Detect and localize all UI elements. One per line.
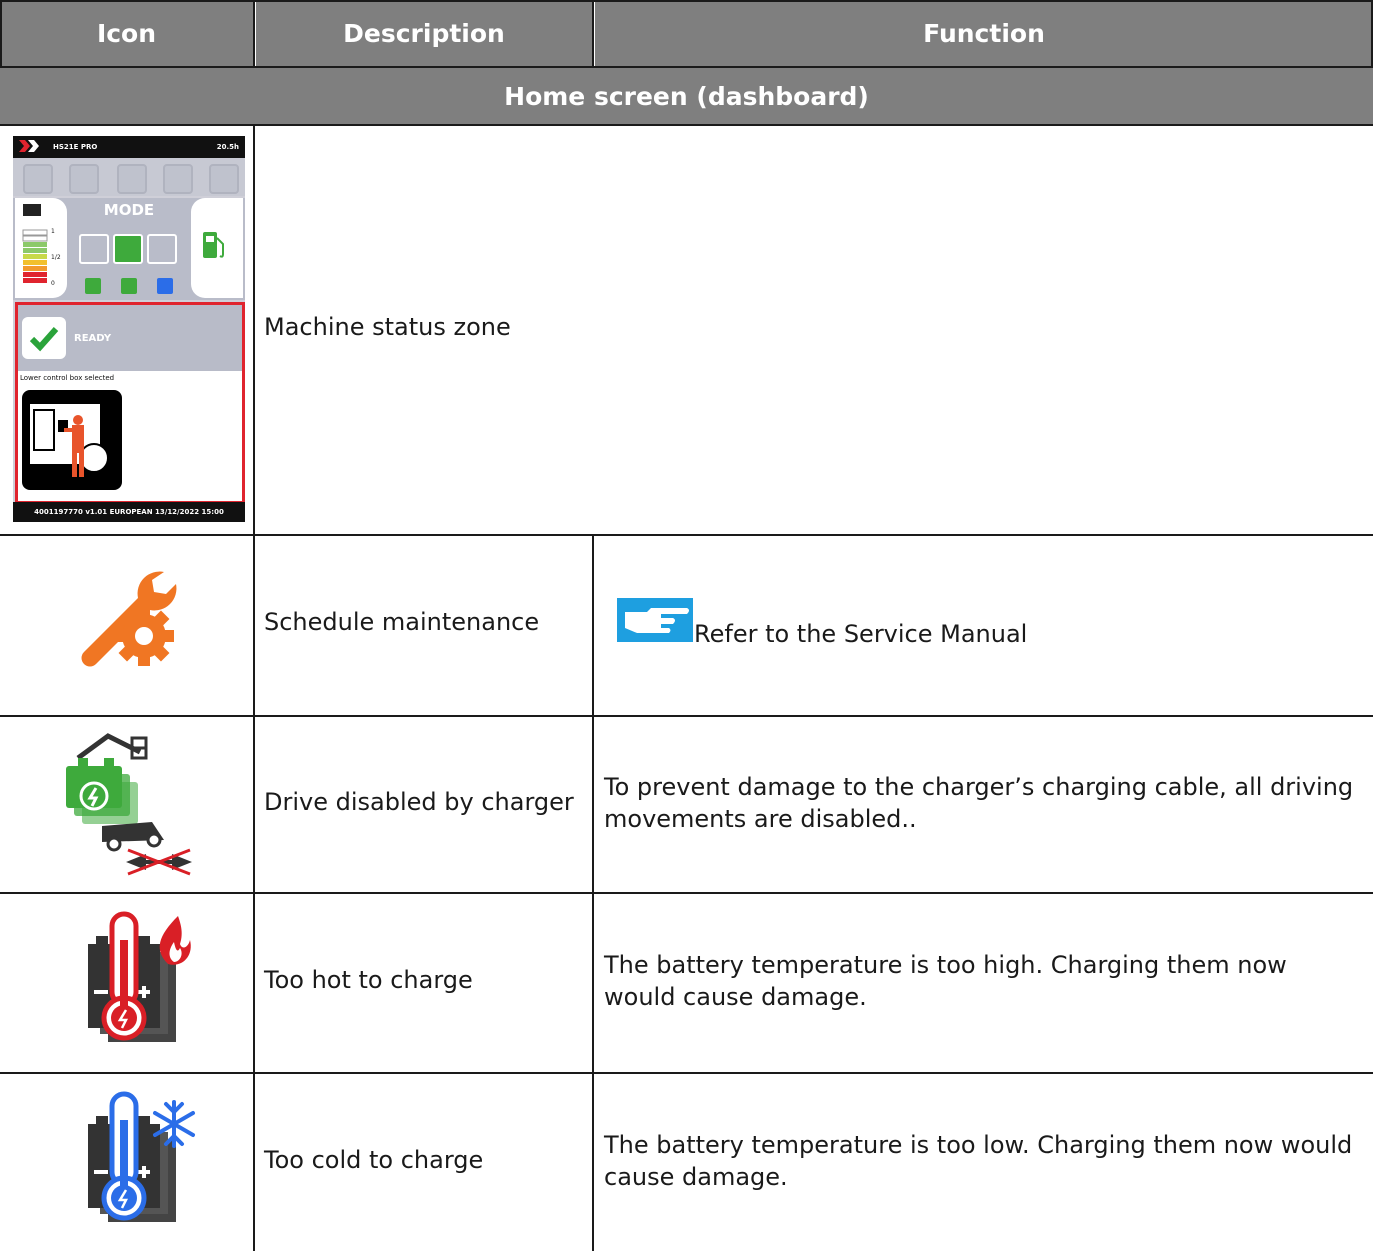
speed-icon xyxy=(117,164,147,194)
header-icon: Icon xyxy=(0,0,253,66)
column-divider xyxy=(592,0,594,66)
table-border xyxy=(0,124,1373,126)
beacon-icon xyxy=(85,278,101,294)
fuel-panel xyxy=(191,198,243,298)
gauge-mark: 0 xyxy=(51,280,55,287)
row-function: The battery temperature is too low. Char… xyxy=(604,1131,1353,1191)
control-box-text: Lower control box selected xyxy=(20,374,115,382)
column-divider xyxy=(592,534,594,1251)
dashboard-topbar: HS21E PRO 20.5h xyxy=(13,136,245,158)
battery-cold-icon xyxy=(88,1091,195,1222)
battery-gauge: 1 1/2 0 xyxy=(15,198,67,298)
mode-battery-icon xyxy=(147,234,177,264)
operator-control-box-icon xyxy=(22,390,122,490)
table-border-left xyxy=(0,0,2,66)
row-function: The battery temperature is too high. Cha… xyxy=(604,951,1287,1011)
mode-panel: 1 1/2 0 MODE xyxy=(13,198,245,300)
brand-logo-icon xyxy=(19,140,39,152)
row-description: Machine status zone xyxy=(264,313,511,341)
wrench-gear-icon xyxy=(81,571,177,667)
dashboard-screen-icon: HS21E PRO 20.5h 1 1/2 0 MODE READY Lower… xyxy=(13,136,245,522)
engine-icon xyxy=(163,164,193,194)
plug-icon xyxy=(23,164,53,194)
header-description: Description xyxy=(256,0,592,66)
pointing-hand-icon xyxy=(617,598,693,642)
drive-disabled-charger-icon xyxy=(66,733,192,876)
camera-icon xyxy=(157,278,173,294)
plug-wave-icon xyxy=(69,164,99,194)
fuel-pump-icon xyxy=(203,232,224,258)
checkmark-icon xyxy=(22,317,66,359)
mode-auto-icon xyxy=(113,234,143,264)
table-border xyxy=(0,534,1373,536)
section-title: Home screen (dashboard) xyxy=(0,68,1373,124)
table-border xyxy=(0,1072,1373,1074)
gauge-mark: 1 xyxy=(51,228,55,235)
battery-gauge-icon xyxy=(22,204,48,283)
row-description: Too hot to charge xyxy=(264,966,473,994)
status-bar: READY xyxy=(18,305,242,371)
panel-icon xyxy=(209,164,239,194)
table-border xyxy=(0,892,1373,894)
machine-status-zone: READY Lower control box selected xyxy=(15,302,245,504)
light-icon xyxy=(121,278,137,294)
machine-model: HS21E PRO xyxy=(53,143,98,151)
column-divider xyxy=(253,0,255,66)
gauge-mark: 1/2 xyxy=(51,254,61,261)
mode-manual-icon xyxy=(79,234,109,264)
dashboard-icon-row xyxy=(13,158,245,196)
table-border xyxy=(0,715,1373,717)
hour-meter: 20.5h xyxy=(216,143,239,151)
status-text: READY xyxy=(74,333,112,344)
mode-title: MODE xyxy=(103,201,155,219)
header-function: Function xyxy=(595,0,1373,66)
row-description: Too cold to charge xyxy=(264,1146,484,1174)
table-border xyxy=(0,66,1373,68)
battery-hot-icon xyxy=(88,911,191,1042)
row-function: Refer to the Service Manual xyxy=(694,620,1028,648)
row-description: Drive disabled by charger xyxy=(264,788,574,816)
row-description: Schedule maintenance xyxy=(264,608,540,636)
table-border-top xyxy=(0,0,1373,2)
column-divider xyxy=(253,124,255,1251)
row-function: To prevent damage to the charger’s charg… xyxy=(604,773,1354,833)
dashboard-footer: 4001197770 v1.01 EUROPEAN 13/12/2022 15:… xyxy=(13,502,245,522)
